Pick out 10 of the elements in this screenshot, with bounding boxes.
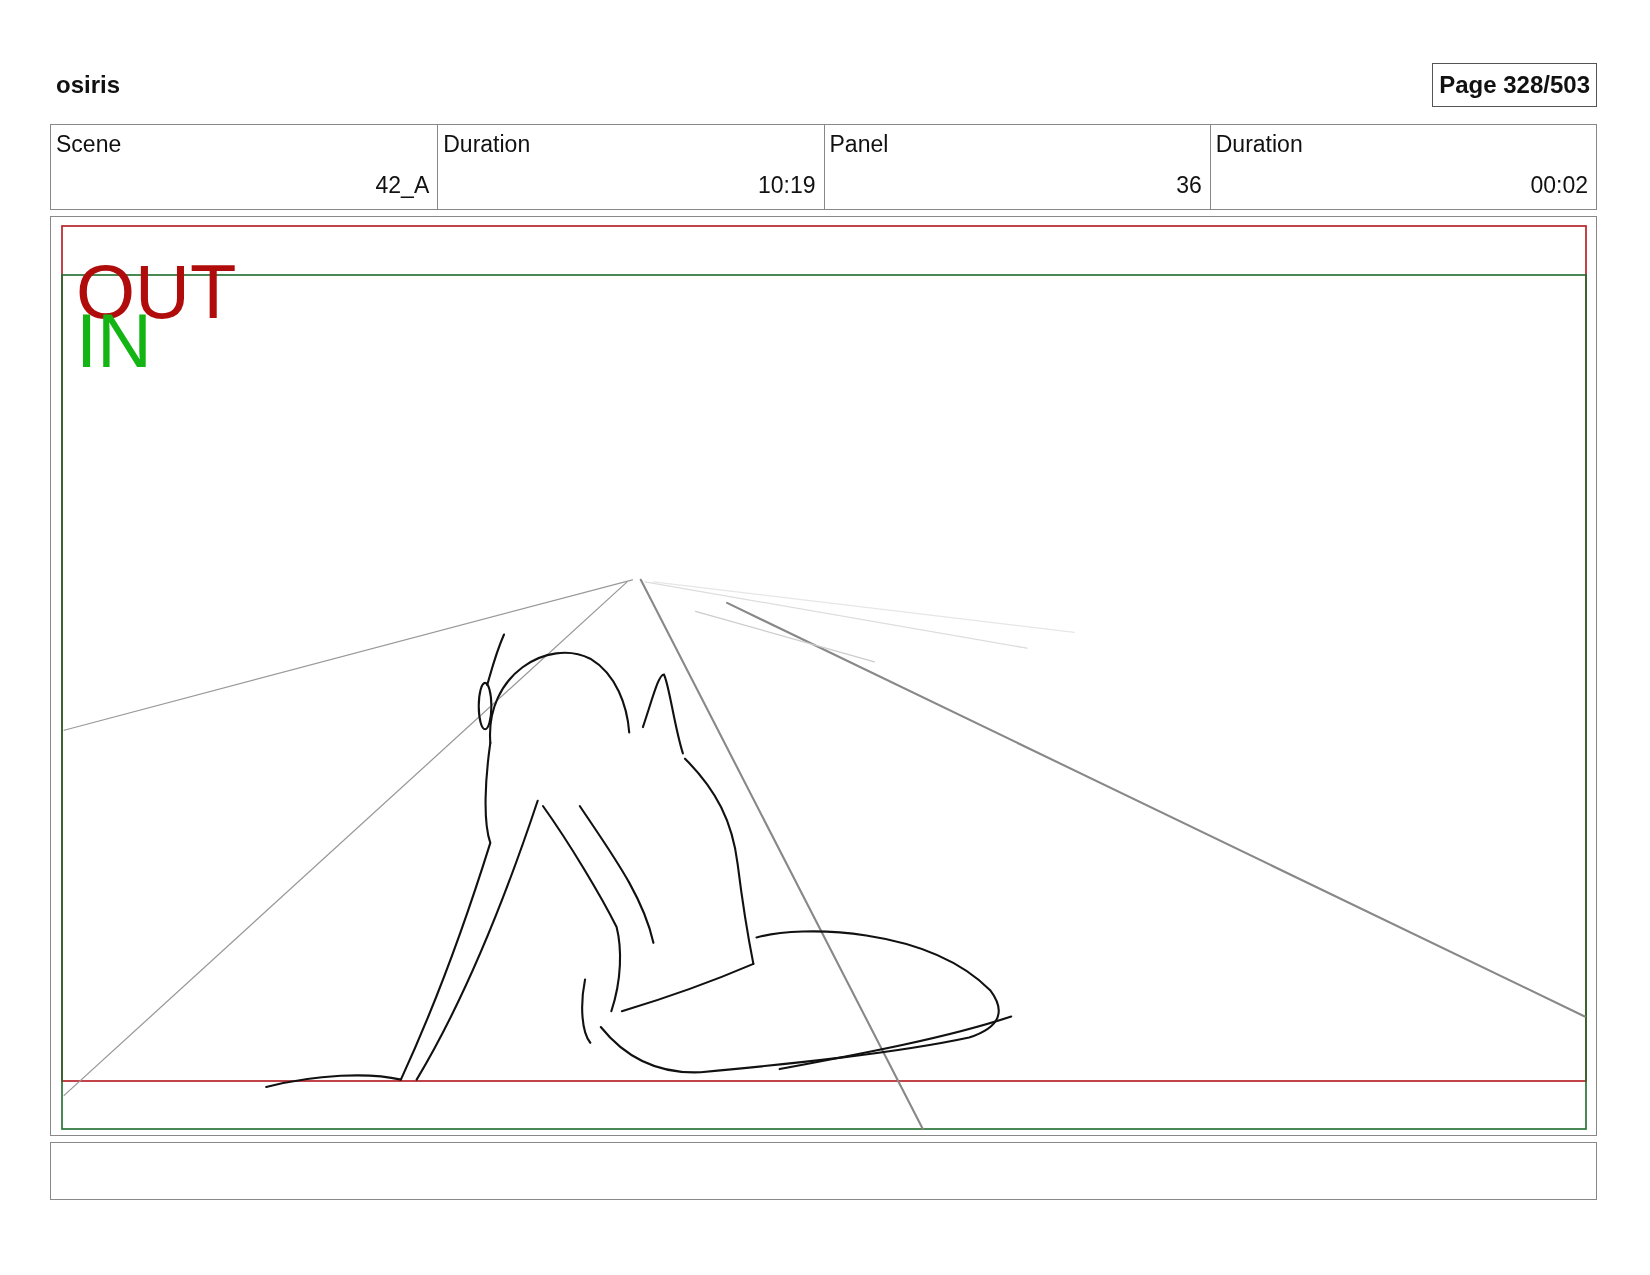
table-cell-text: 42_A xyxy=(374,172,430,199)
column-heading: Duration xyxy=(443,131,531,158)
table-cell-text: 10:19 xyxy=(756,172,816,199)
table-cell-text: 36 xyxy=(1175,172,1202,199)
project-title: osiris xyxy=(56,70,121,99)
table-cell-text: 00:02 xyxy=(1529,172,1588,199)
column-heading: Panel xyxy=(829,131,889,158)
column-heading: Duration xyxy=(1215,131,1303,158)
column-heading: Scene xyxy=(56,131,122,158)
page-indicator: Page 328/503 xyxy=(1432,62,1597,107)
